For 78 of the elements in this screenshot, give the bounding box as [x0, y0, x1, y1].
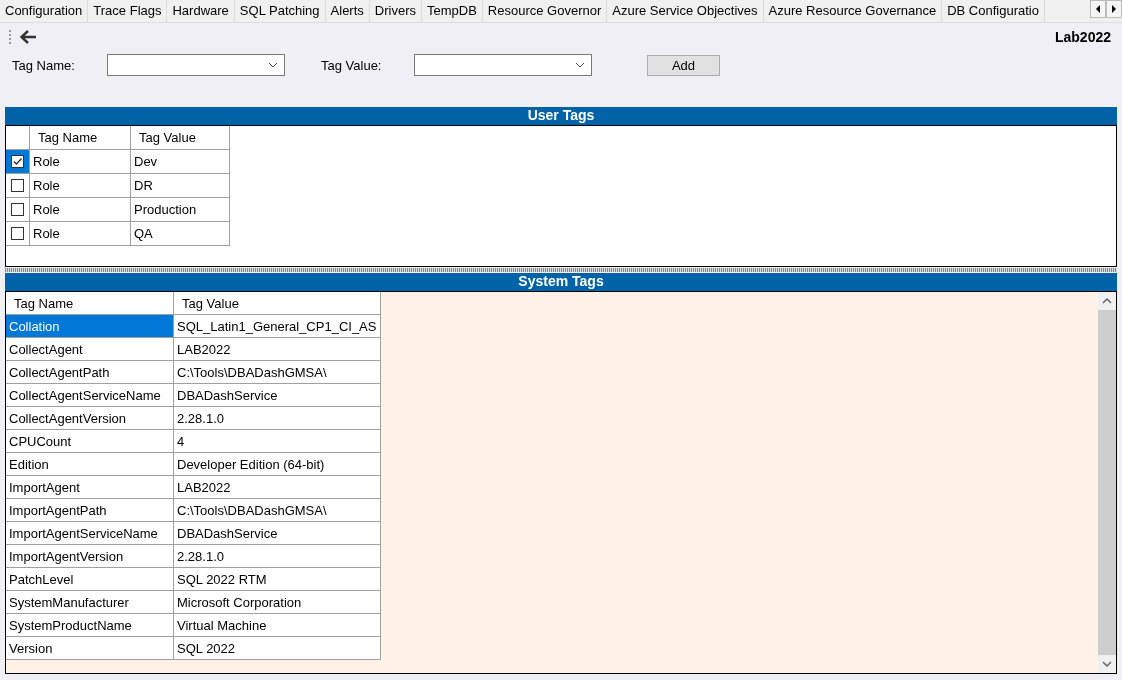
table-cell: SQL 2022	[174, 637, 381, 660]
tag-name-dropdown[interactable]	[107, 54, 285, 76]
table-cell[interactable]: SystemProductName	[6, 614, 174, 637]
tab[interactable]: TempDB	[422, 0, 483, 22]
table-cell[interactable]: CollectAgent	[6, 338, 174, 361]
table-cell[interactable]: CPUCount	[6, 430, 174, 453]
tab[interactable]: Drivers	[369, 0, 422, 22]
table-cell[interactable]: ImportAgentVersion	[6, 545, 174, 568]
table-cell: Role	[30, 174, 131, 198]
column-header[interactable]: Tag Value	[174, 292, 381, 315]
row-selector-cell[interactable]	[6, 198, 30, 222]
tab[interactable]: Hardware	[167, 0, 235, 22]
tab[interactable]: Trace Flags	[88, 0, 168, 22]
table-cell: 2.28.1.0	[174, 407, 381, 430]
table-cell: QA	[131, 222, 230, 246]
row-selector-cell[interactable]	[6, 150, 30, 174]
tab[interactable]: Azure Service Objectives	[607, 0, 764, 22]
table-cell: Role	[30, 198, 131, 222]
table-cell[interactable]: CollectAgentServiceName	[6, 384, 174, 407]
table-cell: SQL_Latin1_General_CP1_CI_AS	[174, 315, 381, 338]
table-cell: SQL 2022 RTM	[174, 568, 381, 591]
checkbox[interactable]	[11, 179, 24, 192]
table-cell: Virtual Machine	[174, 614, 381, 637]
tag-value-dropdown[interactable]	[414, 54, 592, 76]
table-cell[interactable]: Edition	[6, 453, 174, 476]
table-cell: C:\Tools\DBADashGMSA\	[174, 361, 381, 384]
row-selector-cell[interactable]	[6, 222, 30, 246]
table-cell: DR	[131, 174, 230, 198]
tag-value-label: Tag Value:	[321, 57, 383, 73]
table-cell: Role	[30, 150, 131, 174]
table-cell: C:\Tools\DBADashGMSA\	[174, 499, 381, 522]
table-cell: 4	[174, 430, 381, 453]
add-button[interactable]: Add	[647, 54, 720, 76]
scroll-up-icon[interactable]	[1102, 298, 1112, 304]
table-cell: Microsoft Corporation	[174, 591, 381, 614]
tag-name-label: Tag Name:	[12, 57, 76, 73]
table-cell[interactable]: ImportAgentServiceName	[6, 522, 174, 545]
tab[interactable]: Configuration	[0, 0, 89, 22]
instance-name: Lab2022	[1054, 29, 1112, 45]
table-cell: Dev	[131, 150, 230, 174]
checkbox[interactable]	[11, 203, 24, 216]
table-cell: Developer Edition (64-bit)	[174, 453, 381, 476]
tab[interactable]: Azure Resource Governance	[763, 0, 943, 22]
table-cell: DBADashService	[174, 384, 381, 407]
column-header[interactable]: Tag Value	[131, 126, 230, 150]
left-triangle-icon	[1095, 5, 1101, 13]
table-cell: Production	[131, 198, 230, 222]
table-cell[interactable]: Version	[6, 637, 174, 660]
section-header: System Tags	[5, 273, 1117, 291]
chevron-down-icon	[575, 62, 585, 68]
tab[interactable]: Alerts	[325, 0, 370, 22]
tab[interactable]: DB Configuratio	[942, 0, 1045, 22]
table-cell: DBADashService	[174, 522, 381, 545]
tab[interactable]: SQL Patching	[234, 0, 326, 22]
table-cell[interactable]: Collation	[6, 315, 174, 338]
right-triangle-icon	[1111, 5, 1117, 13]
table-cell[interactable]: CollectAgentPath	[6, 361, 174, 384]
scroll-right-button[interactable]	[1106, 0, 1122, 18]
scroll-down-icon[interactable]	[1102, 661, 1112, 667]
section-header: User Tags	[5, 107, 1117, 125]
chevron-down-icon	[268, 62, 278, 68]
checkbox[interactable]	[11, 227, 24, 240]
tab[interactable]: Resource Governor	[482, 0, 608, 22]
column-header[interactable]: Tag Name	[30, 126, 131, 150]
table-cell: 2.28.1.0	[174, 545, 381, 568]
back-arrow-icon[interactable]	[19, 29, 37, 45]
table-cell[interactable]: ImportAgentPath	[6, 499, 174, 522]
table-cell: LAB2022	[174, 476, 381, 499]
scroll-left-button[interactable]	[1090, 0, 1106, 18]
table-cell[interactable]: SystemManufacturer	[6, 591, 174, 614]
checkbox[interactable]	[11, 155, 24, 168]
table-cell[interactable]: ImportAgent	[6, 476, 174, 499]
row-selector-cell[interactable]	[6, 174, 30, 198]
table-cell: LAB2022	[174, 338, 381, 361]
table-cell: Role	[30, 222, 131, 246]
table-cell[interactable]: CollectAgentVersion	[6, 407, 174, 430]
column-header[interactable]: Tag Name	[6, 292, 174, 315]
table-cell[interactable]: PatchLevel	[6, 568, 174, 591]
